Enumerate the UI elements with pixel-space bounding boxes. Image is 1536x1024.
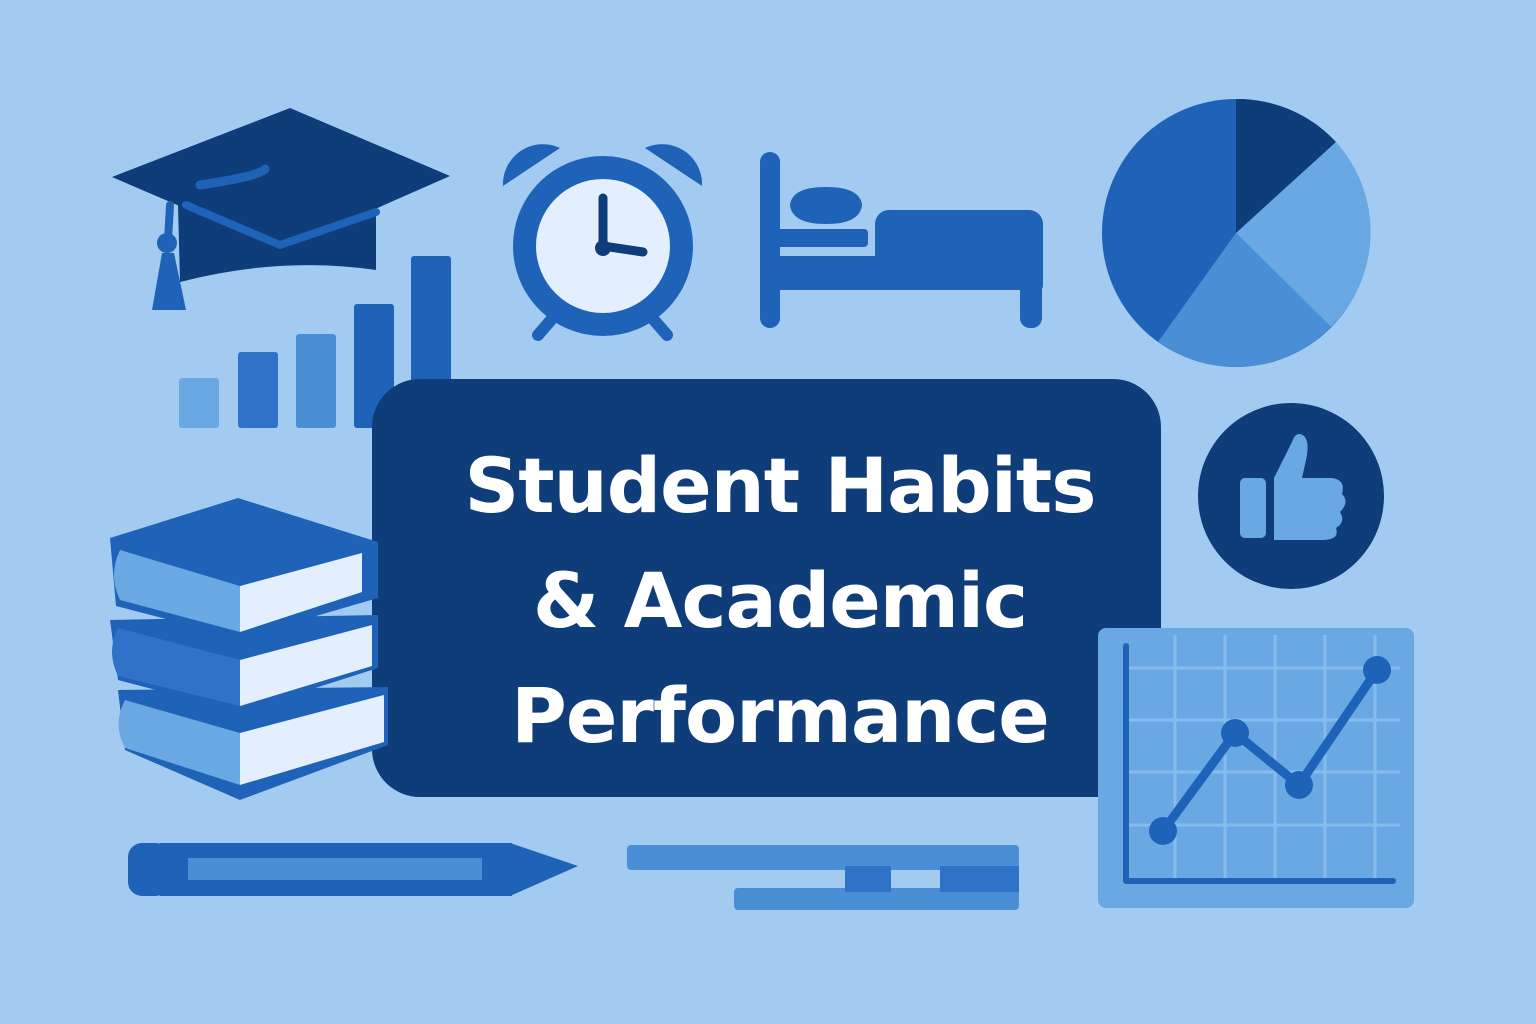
page-title: Student Habits & Academic Performance	[400, 428, 1160, 773]
title-line-2: & Academic	[532, 556, 1028, 645]
graduation-cap-icon	[112, 108, 450, 310]
alarm-clock-icon	[502, 144, 703, 341]
pencil-icon	[128, 843, 578, 896]
title-line-1: Student Habits	[464, 441, 1097, 530]
title-line-3: Performance	[511, 671, 1050, 760]
illustration: Student Habits & Academic Performance	[0, 0, 1536, 1024]
pie-chart-icon	[1102, 98, 1371, 367]
bed-icon	[760, 152, 1043, 328]
thumbs-up-icon	[1198, 403, 1384, 589]
pen-icon	[627, 845, 1019, 910]
books-stack-icon	[110, 498, 388, 800]
